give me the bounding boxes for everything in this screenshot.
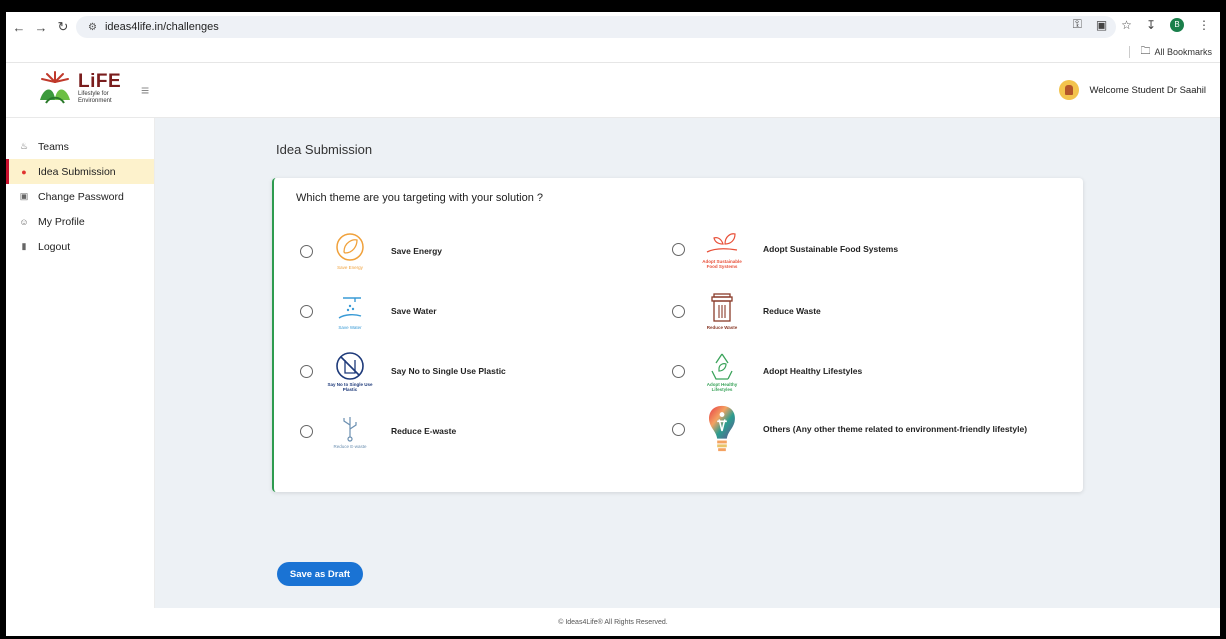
option-label: Others (Any other theme related to envir… bbox=[763, 424, 1028, 434]
reduce-waste-caption: Reduce Waste bbox=[706, 325, 738, 330]
option-others[interactable]: Others (Any other theme related to envir… bbox=[672, 404, 1027, 454]
logout-icon: ▮ bbox=[21, 241, 27, 251]
sidebar-item-label: Idea Submission bbox=[38, 165, 116, 178]
e-waste-icon: Reduce E-waste bbox=[327, 406, 373, 456]
radio-others[interactable] bbox=[672, 422, 685, 436]
sidebar-item-teams[interactable]: ♨ Teams bbox=[6, 134, 154, 159]
option-label: Reduce Waste bbox=[763, 306, 821, 316]
option-save-energy[interactable]: Save Energy Save Energy bbox=[300, 226, 442, 276]
forward-icon[interactable]: → bbox=[32, 20, 50, 35]
main-content: Idea Submission Which theme are you targ… bbox=[155, 118, 1220, 608]
radio-no-plastic[interactable] bbox=[300, 364, 313, 378]
life-logo-icon bbox=[40, 71, 70, 104]
bulb-icon: ● bbox=[21, 166, 27, 177]
food-systems-caption: Adopt Sustainable Food Systems bbox=[702, 258, 742, 269]
waste-bin-icon: Reduce Waste bbox=[699, 286, 745, 336]
page-title: Idea Submission bbox=[276, 142, 373, 157]
browser-toolbar: ← → ↻ ⚙ ideas4life.in/challenges ⚿ ▣ ☆ ↧… bbox=[6, 12, 1220, 42]
save-water-icon: Save Water bbox=[327, 286, 373, 336]
sidebar-item-change-password[interactable]: ▣ Change Password bbox=[6, 184, 154, 209]
bookmarks-separator bbox=[1129, 46, 1131, 58]
option-label: Save Energy bbox=[391, 246, 443, 256]
radio-save-energy[interactable] bbox=[300, 244, 313, 258]
save-energy-icon: Save Energy bbox=[327, 226, 373, 276]
no-plastic-icon: Say No to Single Use Plastic bbox=[327, 346, 373, 396]
sidebar-item-idea-submission[interactable]: ● Idea Submission bbox=[6, 159, 154, 184]
radio-e-waste[interactable] bbox=[300, 424, 313, 438]
radio-food-systems[interactable] bbox=[672, 242, 685, 256]
sidebar-item-label: Change Password bbox=[38, 190, 124, 203]
healthy-lifestyle-icon: Adopt Healthy Lifestyles bbox=[699, 346, 745, 396]
no-plastic-caption: Say No to Single Use Plastic bbox=[327, 381, 373, 392]
user-avatar[interactable] bbox=[1059, 80, 1080, 100]
save-water-caption: Save Water bbox=[338, 325, 362, 330]
bookmarks-bar: 🗀 All Bookmarks bbox=[6, 42, 1220, 63]
reload-icon[interactable]: ↻ bbox=[54, 19, 72, 35]
address-bar[interactable]: ⚙ ideas4life.in/challenges bbox=[76, 16, 1116, 38]
menu-kebab-icon[interactable]: ⋮ bbox=[1198, 18, 1210, 32]
sidebar-item-label: Teams bbox=[38, 140, 69, 153]
profile-avatar[interactable]: B bbox=[1170, 17, 1184, 32]
sidebar-item-my-profile[interactable]: ☺ My Profile bbox=[6, 209, 154, 234]
folder-icon: 🗀 bbox=[1140, 45, 1151, 57]
browser-actions: ⚿ ▣ ☆ ↧ B ⋮ bbox=[1073, 17, 1210, 32]
radio-healthy-lifestyles[interactable] bbox=[672, 364, 685, 378]
option-reduce-waste[interactable]: Reduce Waste Reduce Waste bbox=[672, 286, 821, 336]
option-save-water[interactable]: Save Water Save Water bbox=[300, 286, 437, 336]
theme-question: Which theme are you targeting with your … bbox=[296, 192, 544, 204]
option-label: Reduce E-waste bbox=[391, 426, 457, 436]
lock-icon: ▣ bbox=[19, 191, 29, 201]
food-systems-icon: Adopt Sustainable Food Systems bbox=[699, 224, 745, 274]
site-info-icon[interactable]: ⚙ bbox=[88, 22, 97, 33]
user-welcome[interactable]: Welcome Student Dr Saahil bbox=[1059, 80, 1206, 100]
option-healthy-lifestyles[interactable]: Adopt Healthy Lifestyles Adopt Healthy L… bbox=[672, 346, 862, 396]
save-as-draft-button[interactable]: Save as Draft bbox=[277, 562, 363, 586]
extension-icon[interactable]: ▣ bbox=[1096, 18, 1107, 32]
sidebar-item-label: My Profile bbox=[38, 215, 85, 228]
option-label: Say No to Single Use Plastic bbox=[391, 366, 506, 376]
option-no-plastic[interactable]: Say No to Single Use Plastic Say No to S… bbox=[300, 346, 506, 396]
radio-save-water[interactable] bbox=[300, 304, 313, 318]
e-waste-caption: Reduce E-waste bbox=[333, 444, 367, 449]
healthy-lifestyles-caption: Adopt Healthy Lifestyles bbox=[706, 381, 738, 392]
hamburger-menu-icon[interactable]: ≡ bbox=[141, 82, 149, 98]
option-label: Save Water bbox=[391, 306, 437, 316]
sidebar-item-label: Logout bbox=[38, 240, 71, 253]
option-food-systems[interactable]: Adopt Sustainable Food Systems Adopt Sus… bbox=[672, 224, 898, 274]
copyright-text: © Ideas4Life® All Rights Reserved. bbox=[558, 618, 668, 626]
theme-card: Which theme are you targeting with your … bbox=[272, 178, 1083, 492]
all-bookmarks-link[interactable]: All Bookmarks bbox=[1154, 47, 1212, 57]
others-bulb-icon bbox=[699, 404, 745, 454]
download-icon[interactable]: ↧ bbox=[1146, 18, 1156, 32]
address-url: ideas4life.in/challenges bbox=[104, 21, 219, 33]
welcome-text: Welcome Student Dr Saahil bbox=[1089, 84, 1206, 96]
save-energy-caption: Save Energy bbox=[337, 265, 363, 270]
option-label: Adopt Healthy Lifestyles bbox=[763, 366, 863, 376]
footer: © Ideas4Life® All Rights Reserved. bbox=[6, 608, 1220, 636]
sidebar-item-logout[interactable]: ▮ Logout bbox=[6, 234, 154, 259]
radio-reduce-waste[interactable] bbox=[672, 304, 685, 318]
app-header: LiFE Lifestyle for Environment ≡ Welcome… bbox=[6, 63, 1220, 118]
option-e-waste[interactable]: Reduce E-waste Reduce E-waste bbox=[300, 406, 456, 456]
logo-title: LiFE bbox=[78, 70, 122, 92]
bookmark-star-icon[interactable]: ☆ bbox=[1121, 18, 1132, 32]
key-icon[interactable]: ⚿ bbox=[1073, 17, 1082, 32]
logo-subtitle-1: Lifestyle for bbox=[78, 90, 109, 97]
profile-icon: ☺ bbox=[19, 216, 29, 227]
teams-icon: ♨ bbox=[19, 141, 29, 151]
logo-subtitle-2: Environment bbox=[78, 97, 112, 104]
browser-window: ← → ↻ ⚙ ideas4life.in/challenges ⚿ ▣ ☆ ↧… bbox=[6, 12, 1220, 636]
sidebar: ♨ Teams ● Idea Submission ▣ Change Passw… bbox=[6, 118, 155, 636]
back-icon[interactable]: ← bbox=[10, 20, 28, 35]
life-logo[interactable]: LiFE Lifestyle for Environment bbox=[36, 70, 121, 106]
option-label: Adopt Sustainable Food Systems bbox=[763, 244, 899, 254]
